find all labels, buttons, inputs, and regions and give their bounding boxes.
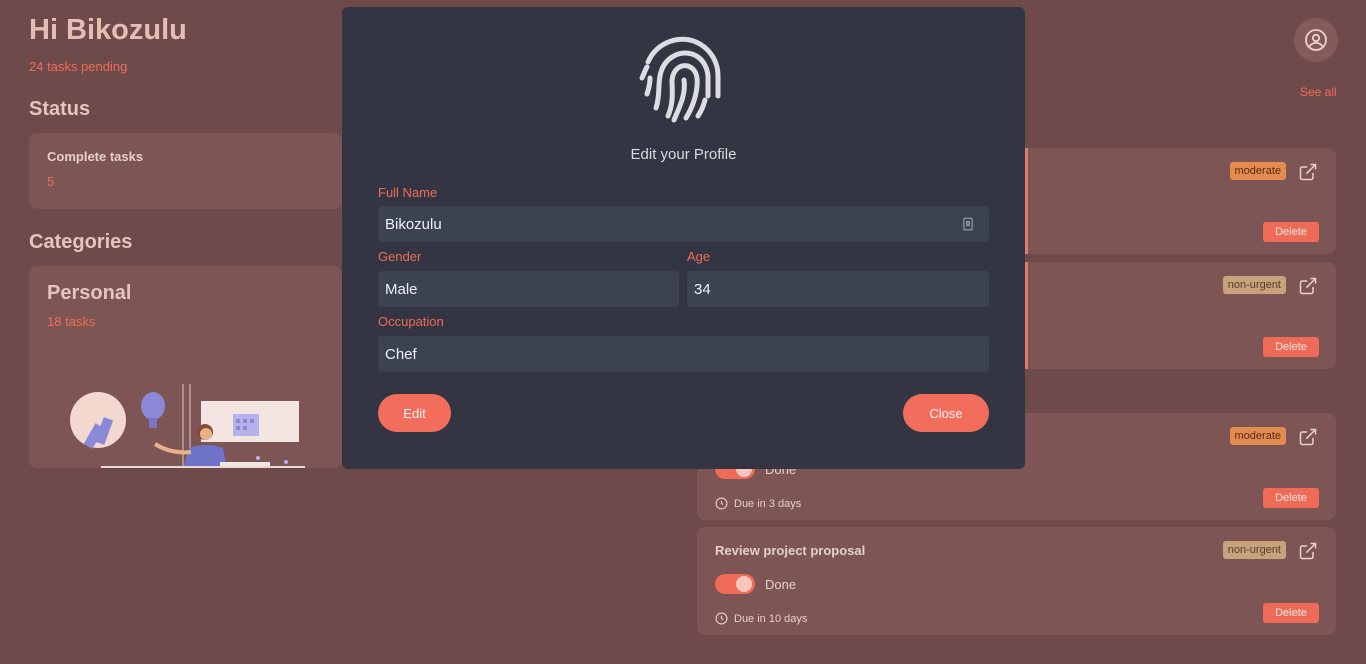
due-date: Due in 3 days — [715, 497, 801, 510]
person-with-ideas-illustration — [70, 384, 305, 468]
toggle-knob — [736, 576, 752, 592]
priority-badge: non-urgent — [1222, 541, 1286, 559]
occupation-input[interactable] — [378, 336, 989, 372]
priority-badge: moderate — [1229, 427, 1286, 445]
age-input[interactable] — [687, 271, 989, 307]
clock-icon — [715, 497, 728, 510]
contact-card-icon[interactable] — [961, 217, 975, 231]
gender-label: Gender — [378, 249, 422, 264]
priority-badge: moderate — [1229, 162, 1286, 180]
delete-button[interactable]: Delete — [1263, 603, 1319, 623]
delete-button[interactable]: Delete — [1263, 488, 1319, 508]
pending-count: 24 tasks pending — [29, 59, 128, 74]
greeting-title: Hi Bikozulu — [29, 14, 187, 46]
status-card: Complete tasks 5 — [29, 133, 342, 209]
priority-badge: non-urgent — [1222, 276, 1286, 294]
task-card[interactable]: Review project proposal non-urgent Done … — [697, 527, 1336, 635]
task-title: Review project proposal — [715, 543, 866, 558]
due-text: Due in 3 days — [734, 497, 802, 510]
edit-button[interactable]: Edit — [378, 394, 451, 432]
status-heading: Status — [29, 98, 91, 120]
external-link-icon[interactable] — [1298, 541, 1318, 561]
see-all-link[interactable]: See all — [1300, 85, 1337, 99]
task-accent-bar — [1025, 262, 1028, 369]
delete-button[interactable]: Delete — [1263, 222, 1319, 242]
complete-tasks-value: 5 — [47, 174, 55, 189]
profile-button[interactable] — [1294, 18, 1338, 62]
occupation-label: Occupation — [378, 314, 444, 329]
modal-title: Edit your Profile — [630, 146, 737, 163]
full-name-label: Full Name — [378, 185, 438, 200]
due-text: Due in 10 days — [734, 612, 808, 625]
edit-profile-modal: Edit your Profile Full Name Gender Age O… — [342, 7, 1025, 469]
task-accent-bar — [1025, 148, 1028, 254]
age-label: Age — [687, 249, 711, 264]
user-circle-icon — [1305, 29, 1327, 51]
done-toggle[interactable] — [715, 574, 755, 594]
clock-icon — [715, 612, 728, 625]
delete-button[interactable]: Delete — [1263, 337, 1319, 357]
complete-tasks-label: Complete tasks — [47, 149, 144, 164]
done-label: Done — [765, 577, 797, 592]
external-link-icon[interactable] — [1298, 276, 1318, 296]
category-title: Personal — [47, 282, 132, 304]
category-count: 18 tasks — [47, 314, 96, 329]
gender-input[interactable] — [378, 271, 679, 307]
close-button[interactable]: Close — [903, 394, 989, 432]
due-date: Due in 10 days — [715, 612, 807, 625]
external-link-icon[interactable] — [1298, 162, 1318, 182]
external-link-icon[interactable] — [1298, 427, 1318, 447]
category-card-personal[interactable]: Personal 18 tasks — [29, 266, 342, 468]
full-name-input[interactable] — [378, 206, 989, 242]
fingerprint-icon — [639, 36, 721, 123]
categories-heading: Categories — [29, 231, 133, 253]
